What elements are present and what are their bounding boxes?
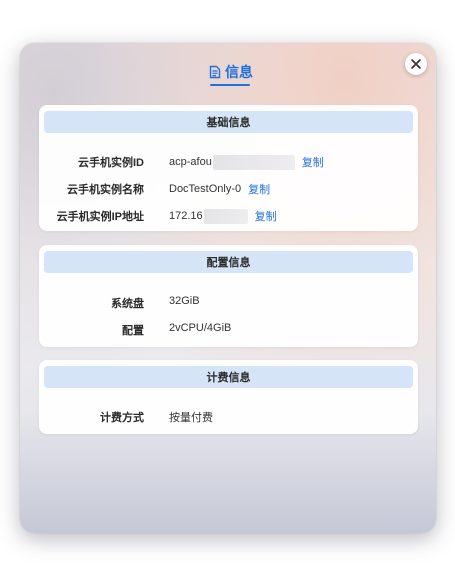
- billing-method-row: 计费方式 按量付费: [39, 408, 418, 426]
- system-disk-value: 32GiB: [169, 295, 200, 307]
- redacted-mask: [212, 154, 295, 170]
- config-info-title: 配置信息: [44, 251, 413, 273]
- billing-info-card: 计费信息 计费方式 按量付费: [39, 360, 418, 434]
- instance-id-row: 云手机实例ID acp-afou 复制: [39, 153, 418, 171]
- instance-info-dialog: 信息 基础信息 云手机实例ID acp-afou 复制 云手机实例名称 DocT…: [20, 43, 436, 533]
- copy-instance-name-button[interactable]: 复制: [248, 181, 270, 197]
- instance-name-value-wrap: DocTestOnly-0 复制: [169, 181, 270, 197]
- copy-instance-ip-button[interactable]: 复制: [255, 208, 277, 224]
- config-info-card: 配置信息 系统盘 32GiB 配置 2vCPU/4GiB: [39, 245, 418, 347]
- redacted-mask: [203, 208, 248, 224]
- system-disk-row: 系统盘 32GiB: [39, 294, 418, 312]
- close-button[interactable]: [405, 53, 427, 75]
- instance-ip-value-wrap: 172.16 复制: [169, 208, 277, 224]
- system-disk-value-wrap: 32GiB: [169, 295, 200, 307]
- instance-name-row: 云手机实例名称 DocTestOnly-0 复制: [39, 180, 418, 198]
- tab-info-label: 信息: [225, 64, 253, 80]
- spec-value: 2vCPU/4GiB: [169, 322, 232, 334]
- active-tab-indicator: [210, 84, 250, 86]
- document-icon: [209, 65, 221, 79]
- billing-method-value: 按量付费: [169, 412, 213, 424]
- close-icon: [411, 59, 421, 69]
- billing-info-title: 计费信息: [44, 366, 413, 388]
- instance-id-label: 云手机实例ID: [78, 157, 144, 169]
- spec-label: 配置: [122, 325, 144, 337]
- instance-name-value: DocTestOnly-0: [169, 183, 242, 195]
- instance-ip-label: 云手机实例IP地址: [56, 211, 144, 223]
- basic-info-card: 基础信息 云手机实例ID acp-afou 复制 云手机实例名称 DocTest…: [39, 105, 418, 231]
- system-disk-label: 系统盘: [111, 298, 144, 310]
- billing-method-label: 计费方式: [100, 412, 144, 424]
- instance-ip-row: 云手机实例IP地址 172.16 复制: [39, 207, 418, 225]
- dialog-header: 信息: [20, 43, 436, 95]
- instance-id-value: acp-afou: [169, 156, 212, 168]
- instance-id-value-wrap: acp-afou 复制: [169, 154, 324, 170]
- billing-method-value-wrap: 按量付费: [169, 409, 213, 425]
- copy-instance-id-button[interactable]: 复制: [302, 154, 324, 170]
- spec-row: 配置 2vCPU/4GiB: [39, 321, 418, 339]
- instance-name-label: 云手机实例名称: [67, 184, 144, 196]
- basic-info-title: 基础信息: [44, 111, 413, 133]
- spec-value-wrap: 2vCPU/4GiB: [169, 322, 231, 334]
- instance-ip-value: 172.16: [169, 210, 203, 222]
- tab-info[interactable]: 信息: [208, 60, 253, 84]
